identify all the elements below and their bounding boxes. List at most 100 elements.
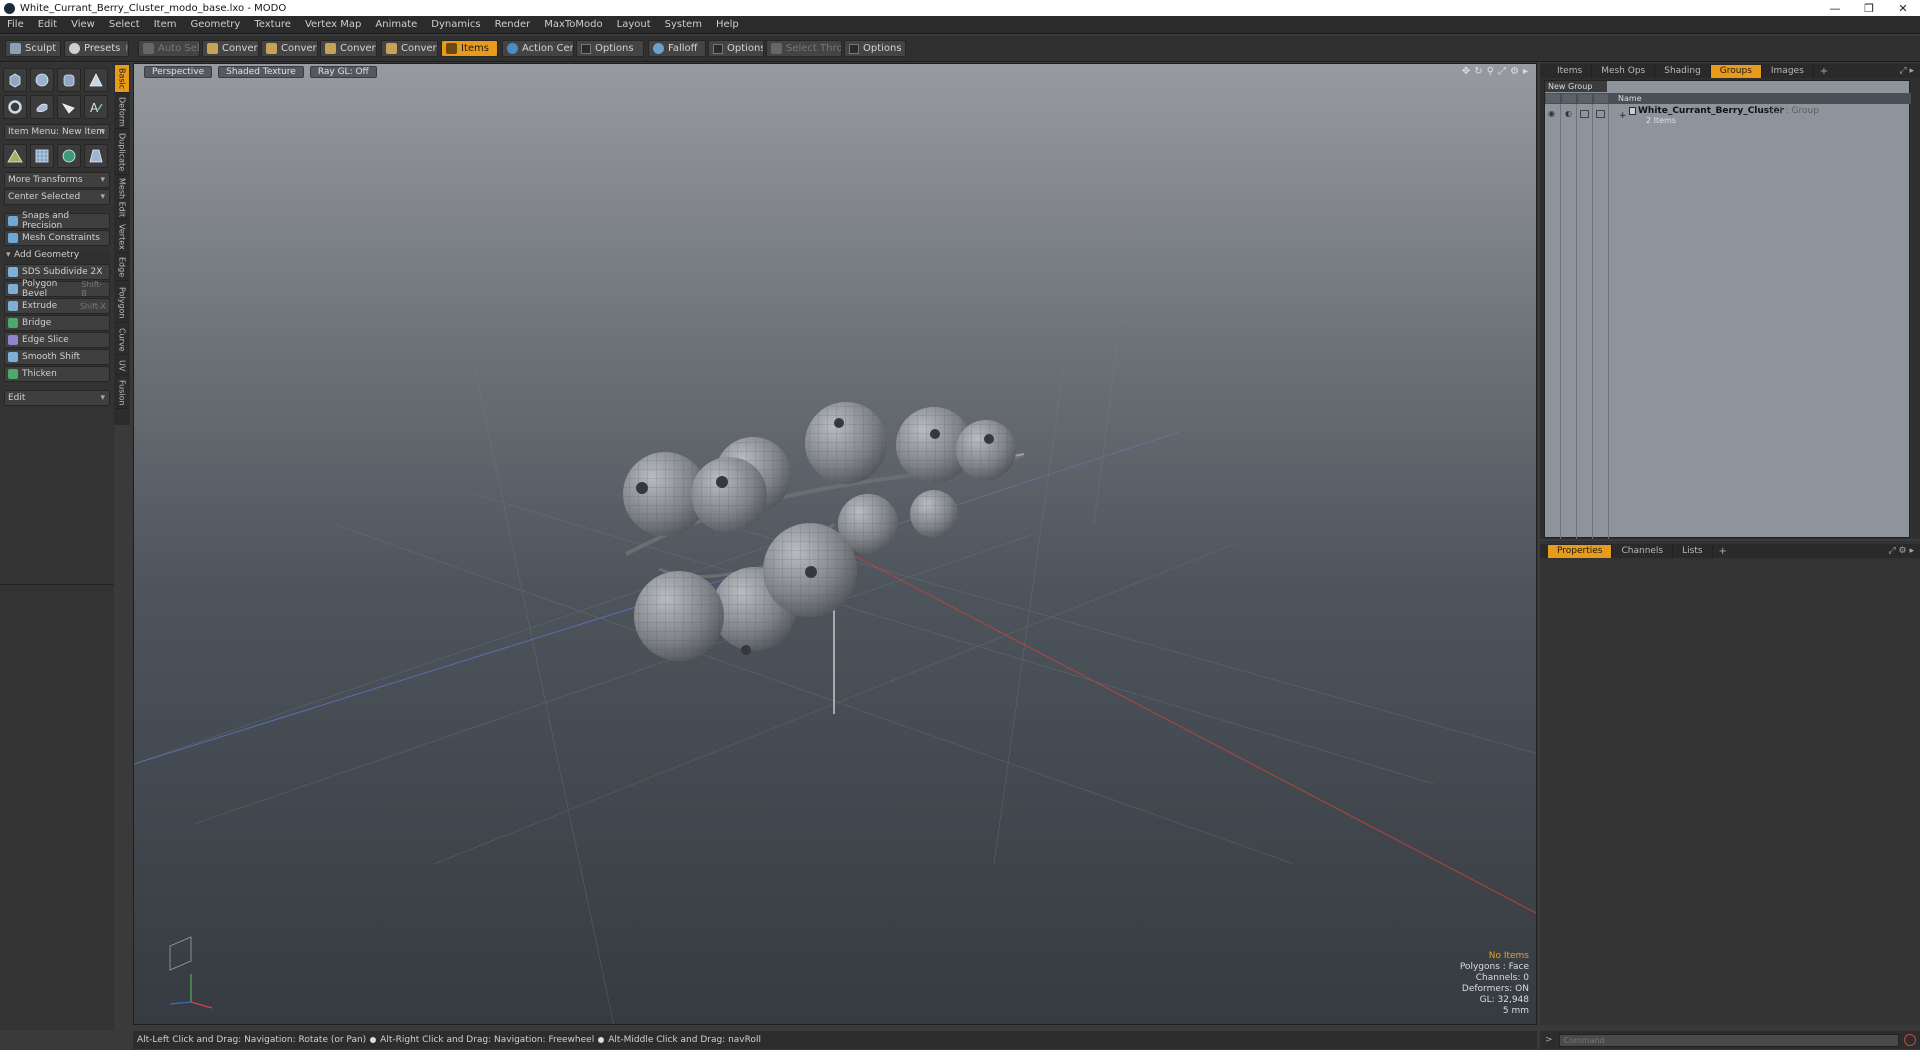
add-geometry-header[interactable]: Add Geometry — [4, 250, 110, 264]
render-toggle-icon[interactable]: ◐ — [1565, 109, 1572, 118]
lock-column-icon[interactable] — [1578, 94, 1592, 103]
berry-cluster-model[interactable] — [623, 402, 1016, 661]
close-button[interactable]: ✕ — [1886, 2, 1920, 15]
tab-basic[interactable]: Basic — [115, 65, 129, 93]
menu-system[interactable]: System — [658, 19, 709, 30]
menu-render[interactable]: Render — [488, 19, 538, 30]
view-mode-button[interactable]: Perspective — [144, 65, 213, 78]
transform-button[interactable] — [3, 144, 27, 168]
command-history-icon[interactable] — [1903, 1034, 1916, 1046]
grid-button[interactable] — [30, 144, 54, 168]
torus-primitive-button[interactable] — [3, 95, 27, 119]
panel-menu-icon[interactable]: ⤢ ⚙ ▸ — [1888, 546, 1914, 556]
sculpt-button[interactable]: Sculpt — [5, 40, 61, 57]
3d-viewport[interactable]: Perspective Shaded Texture Ray GL: Off ✥… — [133, 63, 1537, 1025]
tab-edge[interactable]: Edge — [115, 255, 129, 281]
tab-mesh-ops[interactable]: Mesh Ops — [1592, 64, 1656, 78]
options-checkbox[interactable] — [849, 43, 859, 54]
mesh-constraints-button[interactable]: Mesh Constraints — [4, 230, 110, 246]
tab-uv[interactable]: UV — [115, 357, 129, 375]
menu-animate[interactable]: Animate — [368, 19, 424, 30]
select-through-options-button[interactable]: Options — [844, 40, 906, 57]
select-column-icon[interactable] — [1594, 94, 1608, 103]
tab-shading[interactable]: Shading — [1655, 64, 1711, 78]
command-input[interactable] — [1558, 1033, 1899, 1047]
options-checkbox[interactable] — [713, 43, 723, 54]
panel-menu-icon[interactable]: ⤢ ▸ — [1899, 66, 1914, 76]
menu-maxtomodo[interactable]: MaxToModo — [537, 19, 609, 30]
capsule-primitive-button[interactable] — [30, 95, 54, 119]
center-selected-dropdown[interactable]: Center Selected — [4, 189, 110, 205]
scene-canvas[interactable] — [134, 64, 1537, 1025]
tab-items[interactable]: Items — [1548, 64, 1593, 78]
expand-icon[interactable]: + — [1619, 111, 1627, 121]
world-button[interactable] — [57, 144, 81, 168]
viewport-settings-icon[interactable]: ⚙ — [1510, 66, 1519, 77]
falloff-button[interactable]: Falloff — [648, 40, 706, 57]
tab-images[interactable]: Images — [1762, 64, 1814, 78]
tab-polygon[interactable]: Polygon — [115, 283, 129, 323]
convert-polygons-button[interactable]: Convert — [320, 40, 377, 57]
falloff-options-button[interactable]: Options — [708, 40, 764, 57]
minimize-button[interactable]: — — [1818, 2, 1852, 15]
move-view-icon[interactable]: ✥ — [1462, 66, 1470, 77]
render-column-icon[interactable] — [1562, 94, 1576, 103]
group-row[interactable]: ◉ ◐ + White_Currant_Berry_Cluster (2) : … — [1545, 105, 1911, 127]
menu-item[interactable]: Item — [147, 19, 184, 30]
lock-toggle-icon[interactable] — [1580, 110, 1589, 118]
wedge-primitive-button[interactable] — [57, 95, 81, 119]
items-mode-button[interactable]: Items — [441, 40, 498, 57]
zoom-view-icon[interactable]: ⚲ — [1487, 66, 1494, 77]
action-center-options-button[interactable]: Options — [576, 40, 644, 57]
add-tab-icon[interactable]: + — [1814, 66, 1834, 77]
action-center-button[interactable]: Action Center — [502, 40, 574, 57]
name-column-header[interactable]: Name — [1618, 94, 1642, 103]
cylinder-primitive-button[interactable] — [57, 68, 81, 92]
cone-primitive-button[interactable] — [84, 68, 108, 92]
tab-groups[interactable]: Groups — [1710, 64, 1762, 78]
menu-select[interactable]: Select — [102, 19, 147, 30]
maximize-button[interactable]: ❐ — [1852, 2, 1886, 15]
convert-vertices-button[interactable]: Convert — [202, 40, 259, 57]
tool-bridge[interactable]: Bridge — [4, 315, 110, 331]
menu-vertex-map[interactable]: Vertex Map — [298, 19, 368, 30]
tab-duplicate[interactable]: Duplicate — [115, 131, 129, 175]
menu-edit[interactable]: Edit — [31, 19, 64, 30]
tab-lists[interactable]: Lists — [1673, 544, 1713, 558]
tool-smooth-shift[interactable]: Smooth Shift — [4, 349, 110, 365]
menu-dynamics[interactable]: Dynamics — [424, 19, 487, 30]
shading-mode-button[interactable]: Shaded Texture — [218, 65, 304, 78]
tab-mesh-edit[interactable]: Mesh Edit — [115, 177, 129, 219]
select-toggle-icon[interactable] — [1596, 110, 1605, 118]
menu-texture[interactable]: Texture — [247, 19, 298, 30]
viewport-menu-icon[interactable]: ▸ — [1523, 66, 1528, 77]
menu-geometry[interactable]: Geometry — [183, 19, 247, 30]
select-through-button[interactable]: Select Through — [766, 40, 842, 57]
tool-thicken[interactable]: Thicken — [4, 366, 110, 382]
snaps-precision-button[interactable]: Snaps and Precision — [4, 211, 110, 231]
menu-layout[interactable]: Layout — [610, 19, 658, 30]
new-group-button[interactable]: New Group — [1545, 81, 1607, 92]
rotate-view-icon[interactable]: ↻ — [1474, 66, 1482, 77]
groups-list[interactable]: New Group Name ◉ ◐ + White_Currant_Berry… — [1544, 80, 1911, 539]
tool-sds-subdivide[interactable]: SDS Subdivide 2X — [4, 264, 110, 280]
tab-deform[interactable]: Deform — [115, 95, 129, 129]
tab-vertex[interactable]: Vertex — [115, 221, 129, 253]
menu-file[interactable]: File — [0, 19, 31, 30]
plane-button[interactable] — [84, 144, 108, 168]
options-checkbox[interactable] — [581, 43, 591, 54]
convert-materials-button[interactable]: Convert — [381, 40, 438, 57]
tab-fusion[interactable]: Fusion — [115, 377, 129, 409]
group-name[interactable]: White_Currant_Berry_Cluster — [1638, 106, 1784, 116]
tool-edge-slice[interactable]: Edge Slice — [4, 332, 110, 348]
cube-primitive-button[interactable] — [3, 68, 27, 92]
eye-icon[interactable]: ◉ — [1548, 109, 1555, 118]
tab-curve[interactable]: Curve — [115, 325, 129, 355]
edit-dropdown[interactable]: Edit — [4, 390, 110, 406]
fit-view-icon[interactable]: ⤢ — [1498, 66, 1506, 77]
auto-select-button[interactable]: Auto Select — [138, 40, 200, 57]
presets-button[interactable]: Presets F6 — [64, 40, 129, 57]
tool-polygon-bevel[interactable]: Polygon Bevel Shift-B — [4, 279, 110, 299]
tab-properties[interactable]: Properties — [1548, 544, 1613, 558]
tab-channels[interactable]: Channels — [1612, 544, 1674, 558]
